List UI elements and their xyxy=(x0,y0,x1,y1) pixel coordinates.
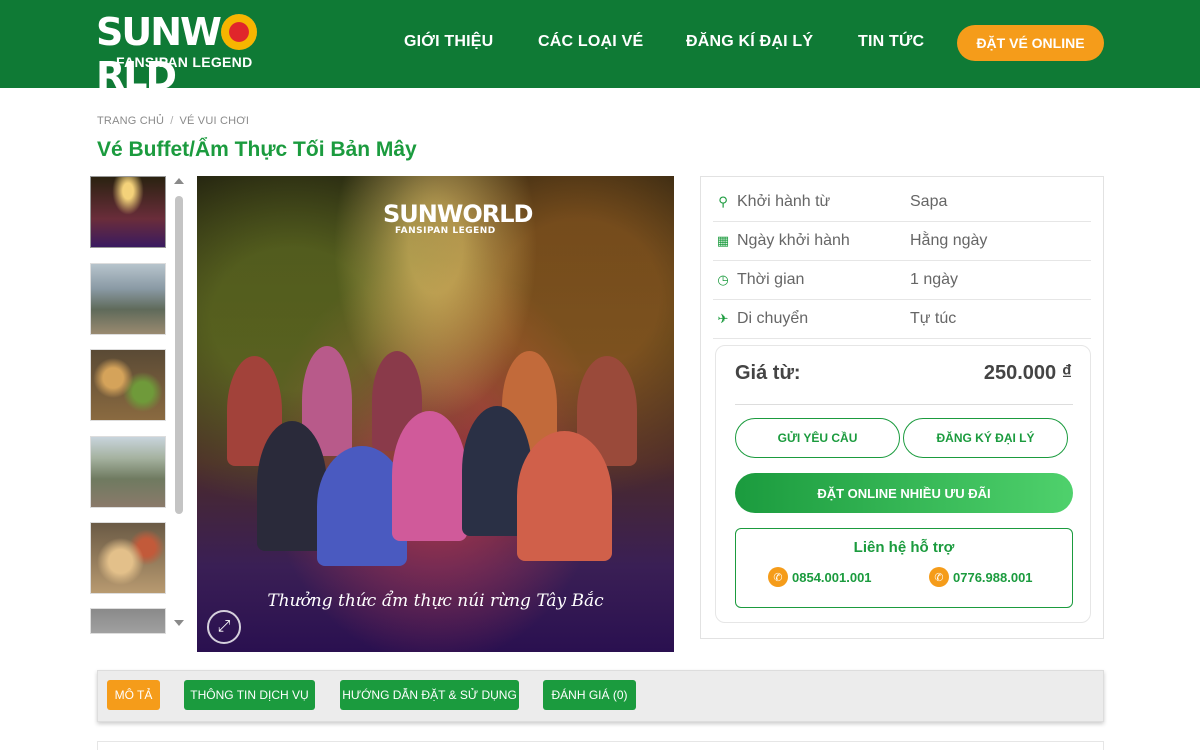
logo-subtitle: FANSIPAN LEGEND xyxy=(116,54,253,70)
scroll-up-arrow-icon[interactable] xyxy=(174,178,184,184)
info-value: Sapa xyxy=(910,193,948,210)
phone-link-1[interactable]: ✆ 0854.001.001 xyxy=(768,567,872,587)
sunworld-logo[interactable]: SUNWRLD FANSIPAN LEGEND xyxy=(96,10,276,98)
thumbnail-scrollbar[interactable] xyxy=(172,176,186,634)
thumbnail-3[interactable] xyxy=(90,349,166,421)
price-value: 250.000 ₫ xyxy=(983,362,1072,384)
info-value: Hằng ngày xyxy=(910,232,988,249)
phone-link-2[interactable]: ✆ 0776.988.001 xyxy=(929,567,1033,587)
map-marker-icon: ⚲ xyxy=(718,194,728,209)
info-value: 1 ngày xyxy=(910,271,959,288)
phone-icon: ✆ xyxy=(929,567,949,587)
breadcrumb-home[interactable]: TRANG CHỦ xyxy=(97,115,164,127)
register-agent-button[interactable]: ĐĂNG KÝ ĐẠI LÝ xyxy=(903,418,1068,458)
phone-icon: ✆ xyxy=(768,567,788,587)
phone-number: 0776.988.001 xyxy=(953,569,1033,585)
hero-people-scene xyxy=(197,336,674,566)
price-box: Giá từ: 250.000 ₫ GỬI YÊU CẦU ĐĂNG KÝ ĐẠ… xyxy=(715,345,1091,623)
thumbnail-6[interactable] xyxy=(90,608,166,634)
book-online-deal-button[interactable]: ĐẶT ONLINE NHIỀU ƯU ĐÃI xyxy=(735,473,1073,513)
support-contact-box: Liên hệ hỗ trợ ✆ 0854.001.001 ✆ 0776.988… xyxy=(735,528,1073,608)
calendar-icon: ▦ xyxy=(716,233,730,248)
hero-image[interactable]: SUNWORLD FANSIPAN LEGEND Thưởng thức ẩm t… xyxy=(197,176,674,652)
info-label: Khởi hành từ xyxy=(737,193,831,210)
page-title: Vé Buffet/Ẩm Thực Tối Bản Mây xyxy=(97,138,417,161)
site-header: SUNWRLD FANSIPAN LEGEND GIỚI THIỆU CÁC L… xyxy=(0,0,1200,98)
scroll-down-arrow-icon[interactable] xyxy=(174,620,184,626)
nav-item-gioi-thieu[interactable]: GIỚI THIỆU xyxy=(404,33,493,51)
info-label: Thời gian xyxy=(737,271,805,288)
info-row-transport: ✈ Di chuyển Tự túc xyxy=(713,300,1091,339)
tab-mo-ta[interactable]: MÔ TẢ xyxy=(107,680,160,710)
info-label: Di chuyển xyxy=(737,310,809,327)
expand-icon[interactable]: ⤢ xyxy=(207,610,241,644)
clock-icon: ◷ xyxy=(717,272,729,287)
thumbnail-strip xyxy=(90,176,166,634)
info-row-duration: ◷ Thời gian 1 ngày xyxy=(713,261,1091,300)
breadcrumb-current[interactable]: VÉ VUI CHƠI xyxy=(179,115,249,127)
product-page: TRANG CHỦ / VÉ VUI CHƠI Vé Buffet/Ẩm Thực … xyxy=(0,88,1200,750)
tab-thong-tin-dich-vu[interactable]: THÔNG TIN DỊCH VỤ xyxy=(184,680,315,710)
scrollbar-thumb[interactable] xyxy=(175,196,183,514)
product-info-panel: ⚲ Khởi hành từ Sapa ▦ Ngày khởi hành Hằn… xyxy=(700,176,1104,639)
thumbnail-1[interactable] xyxy=(90,176,166,248)
plane-icon: ✈ xyxy=(717,311,729,326)
info-label: Ngày khởi hành xyxy=(737,232,850,249)
info-row-date: ▦ Ngày khởi hành Hằng ngày xyxy=(713,222,1091,261)
tab-danh-gia[interactable]: ĐÁNH GIÁ (0) xyxy=(543,680,636,710)
hero-caption: Thưởng thức ẩm thực núi rừng Tây Bắc xyxy=(267,591,604,611)
divider xyxy=(735,404,1073,405)
tab-content-panel xyxy=(97,741,1104,750)
info-value: Tự túc xyxy=(910,310,957,327)
support-title: Liên hệ hỗ trợ xyxy=(853,539,955,556)
nav-item-cac-loai-ve[interactable]: CÁC LOẠI VÉ xyxy=(538,33,643,51)
book-online-button[interactable]: ĐẶT VÉ ONLINE xyxy=(957,25,1104,61)
nav-item-tin-tuc[interactable]: TIN TỨC xyxy=(858,33,924,51)
product-tabs: MÔ TẢ THÔNG TIN DỊCH VỤ HƯỚNG DẪN ĐẶT & … xyxy=(97,670,1104,722)
hero-watermark-logo: SUNWORLD FANSIPAN LEGEND xyxy=(383,200,533,236)
nav-item-dang-ki-dai-ly[interactable]: ĐĂNG KÍ ĐẠI LÝ xyxy=(686,33,813,51)
thumbnail-2[interactable] xyxy=(90,263,166,335)
phone-number: 0854.001.001 xyxy=(792,569,872,585)
thumbnail-4[interactable] xyxy=(90,436,166,508)
thumbnail-5[interactable] xyxy=(90,522,166,594)
price-label: Giá từ: xyxy=(735,362,801,384)
info-row-departure: ⚲ Khởi hành từ Sapa xyxy=(713,183,1091,222)
breadcrumb-separator: / xyxy=(170,115,174,127)
send-request-button[interactable]: GỬI YÊU CẦU xyxy=(735,418,900,458)
sun-icon xyxy=(220,13,257,50)
tab-huong-dan-dat-su-dung[interactable]: HƯỚNG DẪN ĐẶT & SỬ DỤNG xyxy=(340,680,519,710)
breadcrumb: TRANG CHỦ / VÉ VUI CHƠI xyxy=(97,115,249,127)
